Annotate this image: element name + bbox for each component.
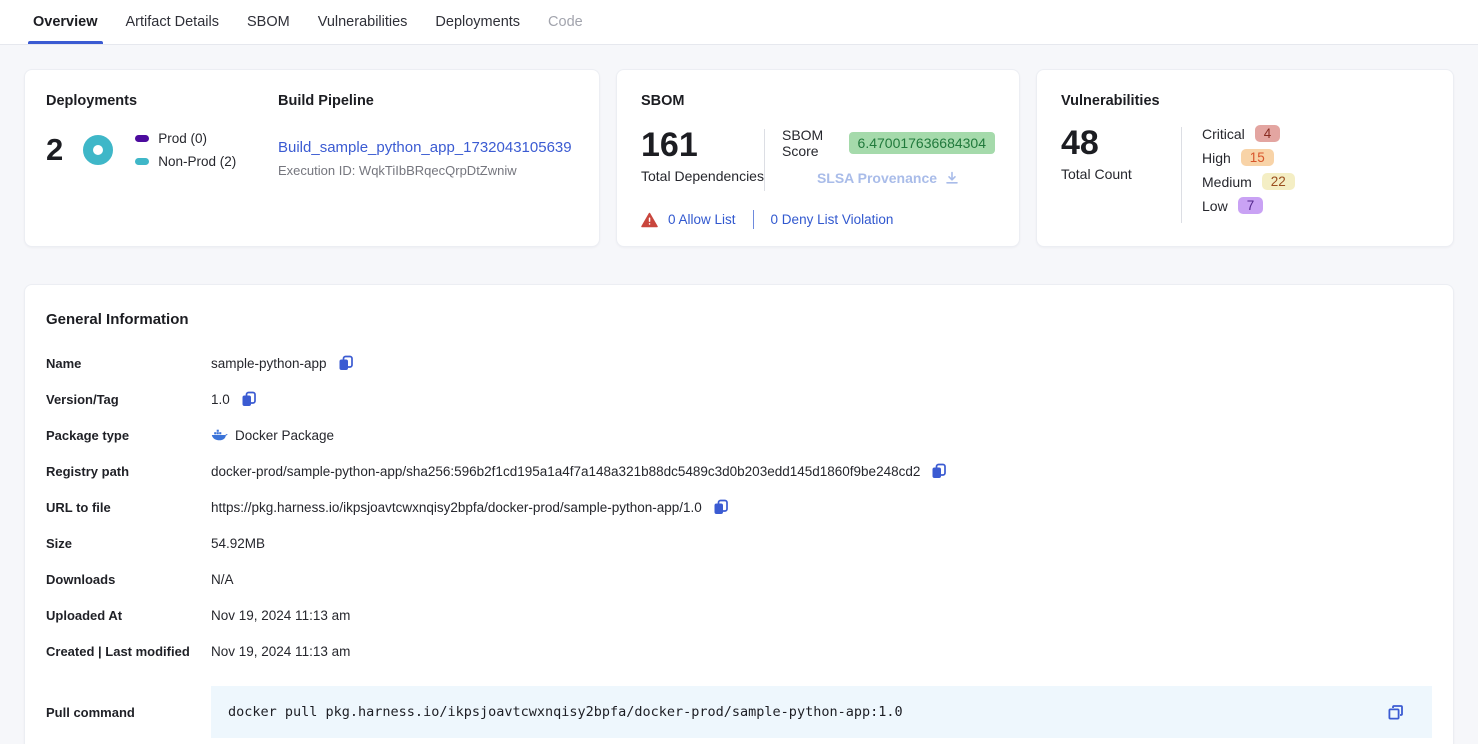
- severity-row-low: Low 7: [1202, 197, 1295, 214]
- uploaded-at-label: Uploaded At: [46, 608, 211, 623]
- slsa-provenance-label: SLSA Provenance: [817, 170, 937, 186]
- registry-path-value: docker-prod/sample-python-app/sha256:596…: [211, 464, 920, 479]
- nonprod-legend-dot: [135, 158, 149, 165]
- info-row-pull-command: Pull command docker pull pkg.harness.io/…: [46, 686, 1432, 738]
- size-label: Size: [46, 536, 211, 551]
- tab-vulnerabilities[interactable]: Vulnerabilities: [317, 0, 409, 44]
- tab-bar: Overview Artifact Details SBOM Vulnerabi…: [0, 0, 1478, 45]
- tab-code: Code: [547, 0, 584, 44]
- downloads-value: N/A: [211, 572, 234, 587]
- pull-command-box: docker pull pkg.harness.io/ikpsjoavtcwxn…: [211, 686, 1432, 738]
- general-information-card: General Information Name sample-python-a…: [24, 284, 1454, 744]
- tab-overview[interactable]: Overview: [32, 0, 99, 44]
- critical-count-badge: 4: [1255, 125, 1281, 142]
- created-modified-value: Nov 19, 2024 11:13 am: [211, 644, 350, 659]
- sbom-card: SBOM 161 Total Dependencies SBOM Score 6…: [616, 69, 1020, 247]
- sbom-card-title: SBOM: [641, 93, 995, 109]
- vulnerabilities-total-count: 48: [1061, 125, 1181, 162]
- critical-label: Critical: [1202, 126, 1245, 142]
- links-divider: [753, 210, 754, 229]
- info-row-size: Size 54.92MB: [46, 532, 1432, 554]
- deployments-card-title: Deployments: [46, 93, 278, 109]
- copy-registry-path-button[interactable]: [930, 462, 948, 480]
- package-type-value: Docker Package: [235, 428, 334, 443]
- sbom-score-label: SBOM Score: [782, 127, 839, 159]
- warning-icon: [641, 212, 657, 228]
- execution-id-text: Execution ID: WqkTiIbBRqecQrpDtZwniw: [278, 163, 572, 178]
- low-label: Low: [1202, 198, 1228, 214]
- deployments-total-count: 2: [46, 132, 63, 168]
- high-label: High: [1202, 150, 1231, 166]
- low-count-badge: 7: [1238, 197, 1264, 214]
- medium-count-badge: 22: [1262, 173, 1295, 190]
- summary-cards-row: Deployments 2 Prod (0): [24, 69, 1454, 247]
- prod-legend-label: Prod (0): [158, 131, 207, 146]
- severity-row-critical: Critical 4: [1202, 125, 1295, 142]
- url-to-file-value: https://pkg.harness.io/ikpsjoavtcwxnqisy…: [211, 500, 702, 515]
- build-pipeline-title: Build Pipeline: [278, 93, 572, 109]
- info-row-package-type: Package type Docker Package: [46, 424, 1432, 446]
- artifact-overview-page: Overview Artifact Details SBOM Vulnerabi…: [0, 0, 1478, 744]
- download-icon: [944, 170, 960, 186]
- general-information-title: General Information: [46, 311, 1432, 328]
- pull-command-label: Pull command: [46, 705, 211, 720]
- severity-row-high: High 15: [1202, 149, 1295, 166]
- copy-icon: [712, 498, 730, 516]
- deployments-card: Deployments 2 Prod (0): [24, 69, 600, 247]
- slsa-provenance-link[interactable]: SLSA Provenance: [782, 170, 995, 186]
- info-row-registry-path: Registry path docker-prod/sample-python-…: [46, 460, 1432, 482]
- deployments-donut-chart: [83, 135, 113, 165]
- vulnerabilities-card: Vulnerabilities 48 Total Count Critical …: [1036, 69, 1454, 247]
- vulnerabilities-card-title: Vulnerabilities: [1061, 93, 1429, 109]
- main-content: Deployments 2 Prod (0): [0, 45, 1478, 744]
- copy-name-button[interactable]: [337, 354, 355, 372]
- version-tag-value: 1.0: [211, 392, 230, 407]
- pull-command-value: docker pull pkg.harness.io/ikpsjoavtcwxn…: [228, 704, 1384, 720]
- copy-icon: [337, 354, 355, 372]
- allow-list-link[interactable]: 0 Allow List: [668, 212, 736, 227]
- sbom-score-badge: 6.470017636684304: [849, 132, 995, 154]
- docker-icon: [211, 427, 227, 443]
- tab-deployments[interactable]: Deployments: [434, 0, 521, 44]
- info-row-uploaded-at: Uploaded At Nov 19, 2024 11:13 am: [46, 604, 1432, 626]
- copy-version-button[interactable]: [240, 390, 258, 408]
- nonprod-legend-label: Non-Prod (2): [158, 154, 236, 169]
- deny-list-violation-link[interactable]: 0 Deny List Violation: [771, 212, 894, 227]
- info-row-url: URL to file https://pkg.harness.io/ikpsj…: [46, 496, 1432, 518]
- name-value: sample-python-app: [211, 356, 327, 371]
- url-to-file-label: URL to file: [46, 500, 211, 515]
- tab-sbom[interactable]: SBOM: [246, 0, 291, 44]
- copy-url-button[interactable]: [712, 498, 730, 516]
- sbom-total-dependencies-count: 161: [641, 127, 764, 164]
- copy-pull-command-button[interactable]: [1386, 703, 1404, 721]
- build-pipeline-link[interactable]: Build_sample_python_app_1732043105639: [278, 139, 572, 156]
- registry-path-label: Registry path: [46, 464, 211, 479]
- info-row-name: Name sample-python-app: [46, 352, 1432, 374]
- info-row-created-modified: Created | Last modified Nov 19, 2024 11:…: [46, 640, 1432, 662]
- tab-artifact-details[interactable]: Artifact Details: [125, 0, 220, 44]
- severity-row-medium: Medium 22: [1202, 173, 1295, 190]
- copy-icon: [930, 462, 948, 480]
- size-value: 54.92MB: [211, 536, 265, 551]
- copy-icon: [240, 390, 258, 408]
- info-row-downloads: Downloads N/A: [46, 568, 1432, 590]
- uploaded-at-value: Nov 19, 2024 11:13 am: [211, 608, 350, 623]
- downloads-label: Downloads: [46, 572, 211, 587]
- sbom-total-dependencies-label: Total Dependencies: [641, 168, 764, 184]
- copy-outline-icon: [1386, 703, 1404, 721]
- name-label: Name: [46, 356, 211, 371]
- version-tag-label: Version/Tag: [46, 392, 211, 407]
- medium-label: Medium: [1202, 174, 1252, 190]
- info-row-version: Version/Tag 1.0: [46, 388, 1432, 410]
- prod-legend-dot: [135, 135, 149, 142]
- created-modified-label: Created | Last modified: [46, 644, 211, 659]
- package-type-label: Package type: [46, 428, 211, 443]
- high-count-badge: 15: [1241, 149, 1274, 166]
- vulnerabilities-total-label: Total Count: [1061, 166, 1181, 182]
